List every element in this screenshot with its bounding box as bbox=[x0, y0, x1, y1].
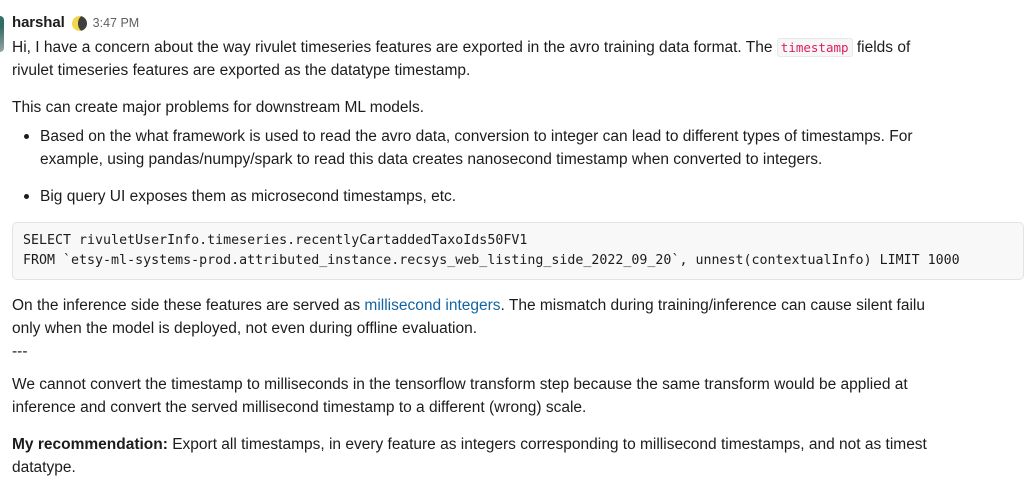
paragraph-inference-line-2: only when the model is deployed, not eve… bbox=[12, 320, 478, 337]
paragraph-transform-line-2: inference and convert the served millise… bbox=[12, 399, 587, 416]
paragraph-intro-line-2: rivulet timeseries features are exported… bbox=[12, 62, 471, 79]
moon-emoji bbox=[71, 15, 87, 31]
recommendation-text: Export all timestamps, in every feature … bbox=[167, 436, 927, 453]
message-body: Hi, I have a concern about the way rivul… bbox=[0, 36, 1024, 479]
avatar[interactable] bbox=[0, 16, 4, 52]
paragraph-transform-line-1: We cannot convert the timestamp to milli… bbox=[12, 376, 908, 393]
list-item: Based on the what framework is used to r… bbox=[12, 125, 1024, 171]
code-line-1: SELECT rivuletUserInfo.timeseries.recent… bbox=[23, 233, 528, 248]
paragraph-transform: We cannot convert the timestamp to milli… bbox=[12, 373, 1024, 419]
inference-text-a: On the inference side these features are… bbox=[12, 297, 365, 314]
paragraph-intro: Hi, I have a concern about the way rivul… bbox=[12, 36, 1024, 82]
slack-message: harshal 3:47 PM Hi, I have a concern abo… bbox=[0, 0, 1024, 502]
bullet-1-line-1: Based on the what framework is used to r… bbox=[40, 128, 913, 145]
message-timestamp[interactable]: 3:47 PM bbox=[93, 13, 140, 33]
inference-text-b: . The mismatch during training/inference… bbox=[500, 297, 925, 314]
bullet-1-line-2: example, using pandas/numpy/spark to rea… bbox=[40, 151, 823, 168]
intro-text-a: Hi, I have a concern about the way rivul… bbox=[12, 39, 777, 56]
paragraph-inference: On the inference side these features are… bbox=[12, 294, 1024, 340]
bullet-2-line-1: Big query UI exposes them as microsecond… bbox=[40, 188, 457, 205]
millisecond-integers-link[interactable]: millisecond integers bbox=[364, 297, 500, 314]
paragraph-recommendation-line-2: datatype. bbox=[12, 459, 76, 476]
divider-text: --- bbox=[12, 343, 28, 360]
message-header: harshal 3:47 PM bbox=[0, 12, 1024, 36]
paragraph-intro-line-1: Hi, I have a concern about the way rivul… bbox=[12, 36, 1024, 59]
problem-bullet-list: Based on the what framework is used to r… bbox=[12, 125, 1024, 208]
recommendation-label: My recommendation: bbox=[12, 436, 168, 453]
message-author[interactable]: harshal bbox=[12, 13, 65, 33]
paragraph-recommendation-line-1: My recommendation: Export all timestamps… bbox=[12, 433, 1024, 456]
intro-text-b: fields of bbox=[852, 39, 911, 56]
sql-code-block[interactable]: SELECT rivuletUserInfo.timeseries.recent… bbox=[12, 222, 1024, 280]
code-line-2: FROM `etsy-ml-systems-prod.attributed_in… bbox=[23, 252, 960, 268]
inline-code-timestamp: timestamp bbox=[776, 38, 853, 57]
list-item: Big query UI exposes them as microsecond… bbox=[12, 185, 1024, 208]
paragraph-recommendation: My recommendation: Export all timestamps… bbox=[12, 433, 1024, 479]
paragraph-inference-line-1: On the inference side these features are… bbox=[12, 294, 1024, 317]
paragraph-problems: This can create major problems for downs… bbox=[12, 99, 425, 116]
